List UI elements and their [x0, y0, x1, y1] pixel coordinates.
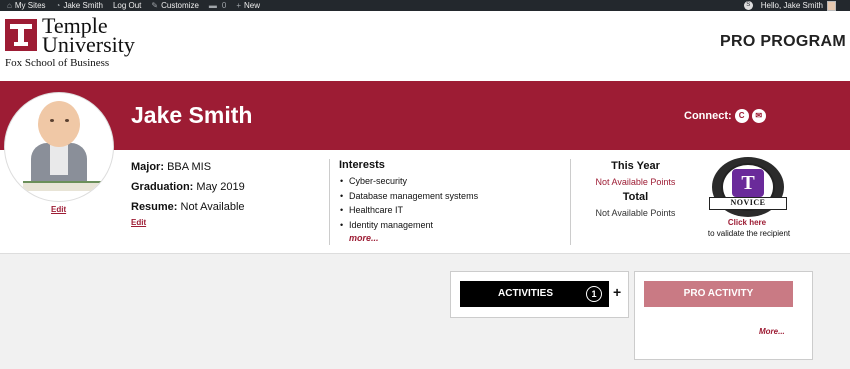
admin-bar-menu: ⌂ My Sites ◔ Jake Smith Log Out ✎ Custom… [2, 0, 265, 11]
pro-activity-more-link[interactable]: More... [759, 327, 785, 336]
interest-item: Database management systems [339, 190, 478, 205]
badge-letter: T [732, 169, 764, 197]
resume-label: Resume: [131, 201, 178, 213]
graduation-label: Graduation: [131, 181, 194, 193]
interest-item: Healthcare IT [339, 204, 478, 219]
this-year-label: This Year [611, 160, 660, 172]
avatar [4, 92, 114, 202]
interests-more-link[interactable]: more... [349, 233, 478, 243]
comment-icon: ▬ [208, 1, 217, 10]
brush-icon: ✎ [151, 1, 159, 10]
connect-group: Connect: C ✉ [684, 109, 766, 123]
admin-site-name-label: Jake Smith [63, 1, 103, 10]
activities-card: ACTIVITIES 1 + [450, 271, 629, 318]
admin-greeting: Hello, Jake Smith [760, 1, 823, 10]
admin-logout-label: Log Out [112, 1, 142, 10]
major-value: BBA MIS [167, 161, 212, 173]
admin-new[interactable]: + New [231, 0, 265, 11]
total-label: Total [622, 191, 649, 203]
site-header: Temple University Fox School of Business… [0, 11, 850, 81]
interests-list: Cyber-security Database management syste… [339, 175, 478, 233]
activities-button[interactable]: ACTIVITIES 1 [460, 281, 609, 307]
dashboard-icon: ◔ [55, 1, 61, 10]
ctemple-icon[interactable]: C [734, 109, 749, 123]
site-switch-icon[interactable]: S [743, 1, 753, 10]
profile-banner: Jake Smith Connect: C ✉ [0, 81, 850, 150]
badge-click-here-link[interactable]: Click here [707, 218, 787, 227]
admin-bar: ⌂ My Sites ◔ Jake Smith Log Out ✎ Custom… [0, 0, 850, 11]
admin-site-name[interactable]: ◔ Jake Smith [51, 0, 108, 11]
logo-wordmark: Temple University [42, 15, 135, 57]
pro-activity-button[interactable]: PRO ACTIVITY [644, 281, 793, 307]
page-title: PRO PROGRAM [720, 33, 846, 50]
interest-item: Identity management [339, 219, 478, 234]
profile-details: Major: BBA MIS Graduation: May 2019 Resu… [131, 161, 245, 227]
graduation-value: May 2019 [196, 181, 245, 193]
edit-avatar-link[interactable]: Edit [51, 205, 66, 214]
pro-activity-card: PRO ACTIVITY More... [634, 271, 813, 360]
sites-icon: ⌂ [7, 1, 12, 10]
total-points: Not Available Points [595, 208, 676, 218]
points-section: This Year Not Available Points Total Not… [585, 160, 686, 220]
admin-logout[interactable]: Log Out [108, 0, 146, 11]
interests-section: Interests Cyber-security Database manage… [339, 159, 478, 243]
badge-note: to validate the recipient [707, 229, 791, 238]
novice-badge-icon[interactable]: T NOVICE [705, 157, 791, 225]
logo-subtitle: Fox School of Business [5, 57, 110, 69]
this-year-points: Not Available Points [595, 177, 676, 187]
interests-title: Interests [339, 159, 385, 171]
resume-value: Not Available [180, 201, 245, 213]
badge-ribbon: NOVICE [709, 197, 787, 210]
admin-comments[interactable]: ▬ 0 [204, 0, 231, 11]
interest-item: Cyber-security [339, 175, 478, 190]
email-icon[interactable]: ✉ [751, 109, 766, 123]
admin-account[interactable]: S Hello, Jake Smith [743, 0, 836, 11]
major-row: Major: BBA MIS [131, 161, 245, 181]
admin-customize-label: Customize [161, 1, 199, 10]
admin-my-sites[interactable]: ⌂ My Sites [2, 0, 51, 11]
connect-label: Connect: [684, 110, 732, 122]
graduation-row: Graduation: May 2019 [131, 181, 245, 201]
admin-my-sites-label: My Sites [14, 1, 46, 10]
edit-details-link[interactable]: Edit [131, 218, 245, 227]
divider [329, 159, 330, 245]
plus-icon: + [236, 1, 242, 10]
admin-avatar [827, 0, 836, 11]
admin-new-label: New [244, 1, 261, 10]
temple-t-logo-icon[interactable] [5, 19, 37, 51]
divider [570, 159, 571, 245]
profile-name: Jake Smith [131, 102, 253, 128]
major-label: Major: [131, 161, 164, 173]
admin-customize[interactable]: ✎ Customize [146, 0, 204, 11]
logo-line-2: University [42, 32, 135, 57]
activities-count-badge: 1 [586, 286, 602, 302]
comment-count: 0 [221, 1, 227, 10]
add-activity-button[interactable]: + [613, 284, 621, 300]
activities-label: ACTIVITIES [498, 288, 554, 299]
